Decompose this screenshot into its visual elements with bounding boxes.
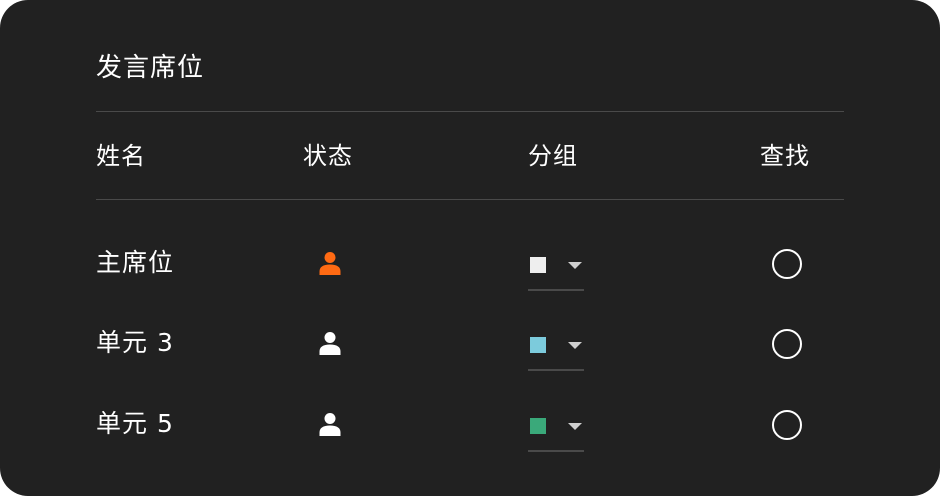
find-radio[interactable]	[772, 249, 802, 279]
group-color-swatch	[530, 257, 546, 273]
column-header-group: 分组	[528, 142, 578, 170]
seat-name: 主席位	[96, 248, 175, 277]
group-dropdown[interactable]	[528, 404, 584, 452]
seat-name: 单元 5	[96, 409, 174, 438]
person-icon[interactable]	[318, 331, 342, 355]
header-divider	[96, 199, 844, 200]
chevron-down-icon	[568, 423, 582, 430]
find-radio[interactable]	[772, 410, 802, 440]
person-icon-graphic	[319, 413, 341, 436]
person-icon-graphic	[319, 332, 341, 355]
table-row: 主席位	[0, 243, 940, 323]
title-divider	[96, 111, 844, 112]
column-header-name: 姓名	[96, 142, 146, 170]
column-header-status: 状态	[303, 142, 353, 170]
chevron-down-icon	[568, 262, 582, 269]
person-icon-graphic	[319, 252, 341, 275]
group-color-swatch	[530, 418, 546, 434]
person-icon[interactable]	[318, 251, 342, 275]
table-row: 单元 3	[0, 323, 940, 403]
column-header-find: 查找	[760, 142, 810, 170]
group-dropdown[interactable]	[528, 243, 584, 291]
group-color-swatch	[530, 337, 546, 353]
chevron-down-icon	[568, 342, 582, 349]
person-icon[interactable]	[318, 412, 342, 436]
seat-name: 单元 3	[96, 328, 174, 357]
table-row: 单元 5	[0, 404, 940, 484]
find-radio[interactable]	[772, 329, 802, 359]
panel-title: 发言席位	[96, 53, 205, 83]
group-dropdown[interactable]	[528, 323, 584, 371]
speaker-seats-panel: 发言席位 姓名 状态 分组 查找 主席位 单元 3 单元 5	[0, 0, 940, 496]
